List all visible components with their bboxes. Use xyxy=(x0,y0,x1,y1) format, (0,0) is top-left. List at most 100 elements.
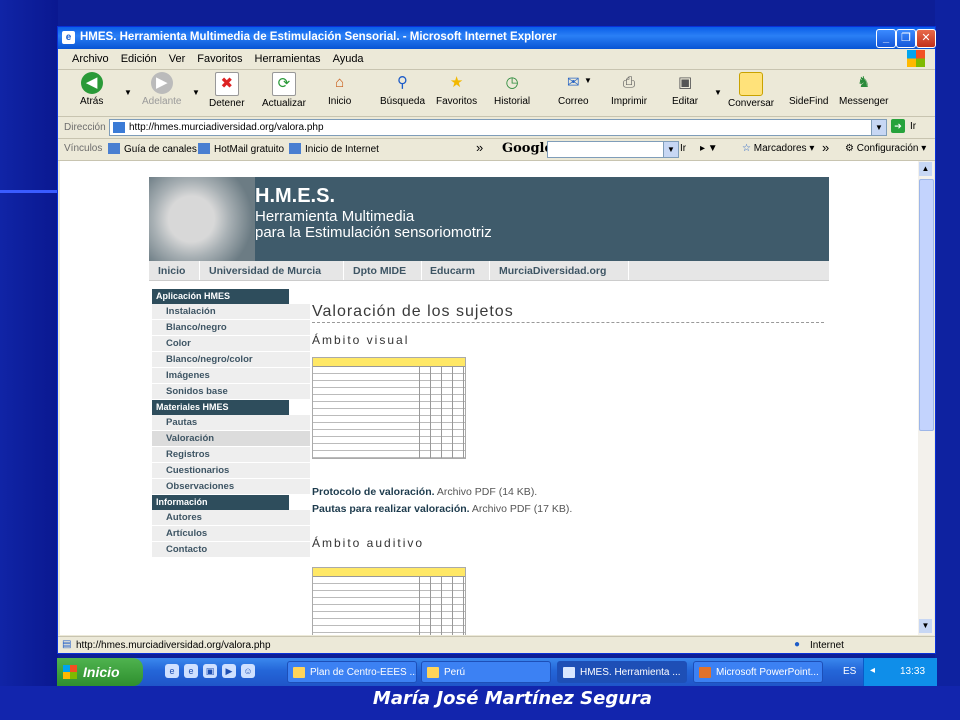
title-divider xyxy=(312,322,824,323)
google-search-input[interactable] xyxy=(547,141,679,158)
quicklaunch-media-icon[interactable]: ▶ xyxy=(222,664,236,678)
favorites-button[interactable]: ★ Favoritos xyxy=(436,72,477,107)
nav-educarm[interactable]: Educarm xyxy=(430,265,475,277)
menu-archivo[interactable]: Archivo xyxy=(66,49,115,65)
quicklaunch-messenger-icon[interactable]: ☺ xyxy=(241,664,255,678)
doc-protocolo-link[interactable]: Protocolo de valoración. xyxy=(312,486,435,498)
forward-button[interactable]: ▶ Adelante xyxy=(142,72,181,107)
google-go-button[interactable]: Ir xyxy=(680,143,686,154)
settings-label: Configuración xyxy=(856,143,919,154)
back-button[interactable]: ◀ Atrás xyxy=(80,72,103,107)
refresh-button[interactable]: ⟳ Actualizar xyxy=(262,72,306,109)
home-button[interactable]: ⌂ Inicio xyxy=(328,72,351,107)
link-inicio-internet[interactable]: Inicio de Internet xyxy=(289,143,379,155)
forward-arrow-icon: ▶ xyxy=(150,72,173,94)
bookmarks-button[interactable]: ☆ Marcadores ▾ xyxy=(742,143,814,154)
language-indicator[interactable]: ES xyxy=(843,666,856,677)
sidebar-item-cuestionarios[interactable]: Cuestionarios xyxy=(152,463,310,479)
menu-ver[interactable]: Ver xyxy=(163,49,192,65)
messenger-label: Messenger xyxy=(839,96,889,107)
quicklaunch-ie2-icon[interactable]: e xyxy=(184,664,198,678)
go-button[interactable]: Ir xyxy=(910,121,916,132)
task-plan-centro[interactable]: Plan de Centro-EEES ... xyxy=(287,661,417,683)
sidefind-button[interactable]: SideFind xyxy=(789,72,828,107)
sidebar-item-autores[interactable]: Autores xyxy=(152,510,310,526)
sidebar-item-registros[interactable]: Registros xyxy=(152,447,310,463)
slide-background-left xyxy=(0,0,58,720)
doc-protocolo[interactable]: Protocolo de valoración. Archivo PDF (14… xyxy=(312,486,537,498)
task-peru[interactable]: Perú xyxy=(421,661,551,683)
menu-bar: Archivo Edición Ver Favoritos Herramientas Ay… xyxy=(58,49,935,70)
mail-dropdown-icon[interactable]: ▼ xyxy=(584,76,592,85)
sidebar-item-blanco-negro-color[interactable]: Blanco/negro/color xyxy=(152,352,310,368)
link-guia-canales[interactable]: Guía de canales xyxy=(108,143,197,155)
task-powerpoint[interactable]: Microsoft PowerPoint... xyxy=(693,661,823,683)
stop-button[interactable]: ✖ Detener xyxy=(209,72,245,109)
quicklaunch-ie-icon[interactable]: e xyxy=(165,664,179,678)
scroll-thumb[interactable] xyxy=(919,179,934,431)
start-button[interactable]: Inicio xyxy=(57,658,143,686)
search-label: Búsqueda xyxy=(380,96,426,107)
sidebar-item-observaciones[interactable]: Observaciones xyxy=(152,479,310,495)
edit-label: Editar xyxy=(672,96,699,107)
address-dropdown-icon[interactable]: ▼ xyxy=(871,119,887,136)
edit-dropdown-icon[interactable]: ▼ xyxy=(714,88,722,97)
title-bar[interactable]: e HMES. Herramienta Multimedia de Estimu… xyxy=(58,27,936,49)
nav-universidad[interactable]: Universidad de Murcia xyxy=(209,265,321,277)
minimize-button[interactable]: _ xyxy=(876,29,896,48)
sidebar-item-blanco-negro[interactable]: Blanco/negro xyxy=(152,320,310,336)
search-button[interactable]: ⚲ Búsqueda xyxy=(380,72,425,107)
sidebar-item-imagenes[interactable]: Imágenes xyxy=(152,368,310,384)
scroll-up-icon[interactable]: ▲ xyxy=(919,162,932,176)
chevron-right-icon[interactable]: » xyxy=(476,140,483,155)
discuss-button[interactable]: Conversar xyxy=(728,72,774,109)
site-subtitle-line1: Herramienta Multimedia xyxy=(255,208,415,225)
links-label: Vínculos xyxy=(64,143,103,154)
edit-button[interactable]: ▣ Editar xyxy=(672,72,698,107)
menu-herramientas[interactable]: Herramientas xyxy=(249,49,327,65)
speaker-icon[interactable]: ◂ xyxy=(870,665,875,676)
sidebar-item-pautas[interactable]: Pautas xyxy=(152,415,310,431)
sidebar-item-color[interactable]: Color xyxy=(152,336,310,352)
doc-pautas[interactable]: Pautas para realizar valoración. Archivo… xyxy=(312,503,572,515)
sidebar-item-valoracion[interactable]: Valoración xyxy=(152,431,310,447)
nav-murciadiversidad[interactable]: MurciaDiversidad.org xyxy=(499,265,606,277)
sidebar-item-articulos[interactable]: Artículos xyxy=(152,526,310,542)
maximize-button[interactable]: ❐ xyxy=(896,29,916,48)
messenger-button[interactable]: ♞ Messenger xyxy=(839,72,888,107)
back-label: Atrás xyxy=(80,96,104,107)
nav-inicio[interactable]: Inicio xyxy=(158,265,185,277)
link-hotmail[interactable]: HotMail gratuito xyxy=(198,143,284,155)
back-dropdown-icon[interactable]: ▼ xyxy=(124,88,132,97)
link-label: Inicio de Internet xyxy=(305,144,379,155)
google-dropdown-icon[interactable]: ▼ xyxy=(663,141,679,158)
settings-button[interactable]: ⚙ Configuración ▾ xyxy=(845,143,926,154)
chevron-right-icon[interactable]: » xyxy=(822,140,829,155)
scroll-down-icon[interactable]: ▼ xyxy=(919,619,932,633)
print-button[interactable]: ⎙ Imprimir xyxy=(611,72,647,107)
sidebar-item-contacto[interactable]: Contacto xyxy=(152,542,310,558)
nav-dpto-mide[interactable]: Dpto MIDE xyxy=(353,265,406,277)
system-tray: ◂ 13:33 xyxy=(863,658,937,686)
quicklaunch-desktop-icon[interactable]: ▣ xyxy=(203,664,217,678)
sidebar-item-sonidos-base[interactable]: Sonidos base xyxy=(152,384,310,400)
task-hmes[interactable]: HMES. Herramienta ... xyxy=(557,661,687,683)
forward-dropdown-icon[interactable]: ▼ xyxy=(192,88,200,97)
vertical-scrollbar[interactable]: ▲ ▼ xyxy=(918,161,934,635)
auditivo-form-thumbnail[interactable] xyxy=(312,567,466,635)
history-button[interactable]: ◷ Historial xyxy=(494,72,530,107)
address-label: Dirección xyxy=(64,122,106,133)
google-options-icon[interactable]: ▸ ▼ xyxy=(700,143,718,154)
globe-icon: ● xyxy=(794,639,801,650)
menu-ayuda[interactable]: Ayuda xyxy=(327,49,370,65)
address-input[interactable]: http://hmes.murciadiversidad.org/valora.… xyxy=(109,119,885,136)
menu-favoritos[interactable]: Favoritos xyxy=(191,49,248,65)
visual-form-thumbnail[interactable] xyxy=(312,357,466,459)
go-arrow-icon[interactable]: ➔ xyxy=(891,119,905,133)
printer-icon: ⎙ xyxy=(623,74,636,91)
doc-pautas-link[interactable]: Pautas para realizar valoración. xyxy=(312,503,470,515)
close-button[interactable]: ✕ xyxy=(916,29,936,48)
menu-edicion[interactable]: Edición xyxy=(115,49,163,65)
sidebar-item-instalacion[interactable]: Instalación xyxy=(152,304,310,320)
star-icon: ★ xyxy=(449,74,464,91)
